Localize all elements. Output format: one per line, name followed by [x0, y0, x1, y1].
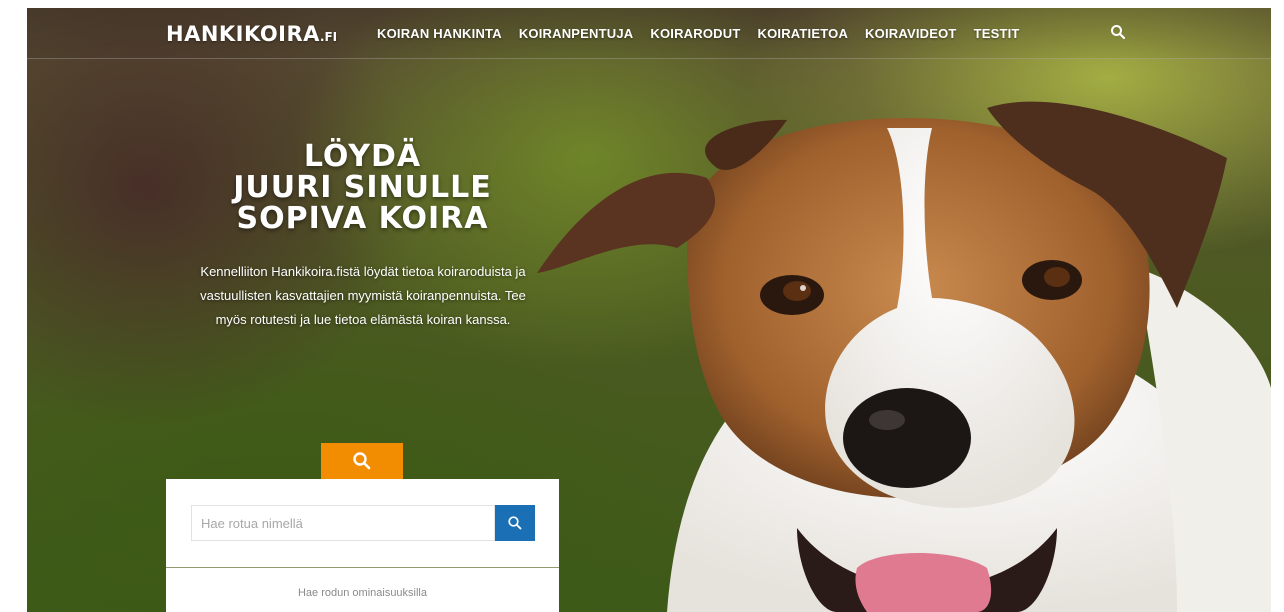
logo-text: HANKIKOIRA — [166, 22, 320, 46]
top-navigation: HANKIKOIRA.FI KOIRAN HANKINTA KOIRANPENT… — [27, 8, 1271, 59]
site-logo[interactable]: HANKIKOIRA.FI — [166, 22, 337, 46]
search-icon — [508, 516, 522, 530]
logo-tld: .FI — [319, 30, 338, 44]
card-divider — [166, 567, 559, 568]
menu-item-koiratietoa[interactable]: KOIRATIETOA — [757, 26, 848, 41]
search-icon — [353, 452, 371, 470]
breed-search-card: Hae rodun ominaisuuksilla — [166, 479, 559, 612]
headline-line-3: SOPIVA KOIRA — [236, 201, 489, 236]
search-by-traits-link[interactable]: Hae rodun ominaisuuksilla — [166, 587, 559, 599]
menu-item-koirarodut[interactable]: KOIRARODUT — [650, 26, 740, 41]
menu-item-koiravideot[interactable]: KOIRAVIDEOT — [865, 26, 957, 41]
headline-line-1: LÖYDÄ — [303, 139, 422, 174]
menu-item-koiranpentuja[interactable]: KOIRANPENTUJA — [519, 26, 634, 41]
menu-item-koiran-hankinta[interactable]: KOIRAN HANKINTA — [377, 26, 502, 41]
main-menu: KOIRAN HANKINTA KOIRANPENTUJA KOIRARODUT… — [377, 26, 1020, 41]
menu-item-testit[interactable]: TESTIT — [974, 26, 1020, 41]
breed-search-button[interactable] — [495, 505, 535, 541]
hero-intro-text: Kennelliiton Hankikoira.fistä löydät tie… — [200, 264, 526, 327]
search-tab[interactable] — [321, 443, 403, 488]
hero-headline: LÖYDÄ JUURI SINULLE SOPIVA KOIRA — [195, 141, 530, 234]
headline-line-2: JUURI SINULLE — [233, 170, 492, 205]
breed-search-input[interactable] — [191, 505, 495, 541]
search-icon[interactable] — [1110, 24, 1126, 40]
hero-section: HANKIKOIRA.FI KOIRAN HANKINTA KOIRANPENT… — [27, 8, 1271, 612]
